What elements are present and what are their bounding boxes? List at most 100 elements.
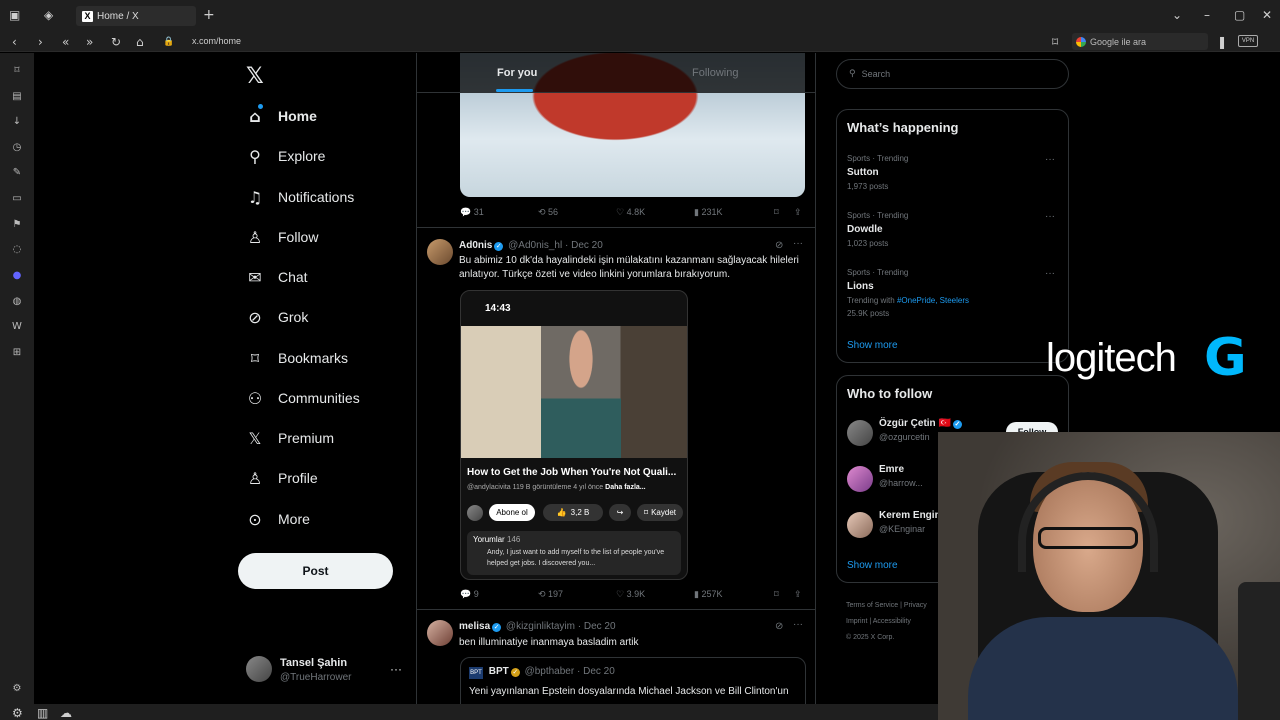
sidebar-item-notifications[interactable]: ♫ Notifications	[246, 185, 354, 209]
trend-item[interactable]: Sports · Trending Sutton 1,973 posts ···	[847, 154, 1059, 191]
tweet-date[interactable]: · Dec 20	[578, 621, 616, 632]
forward-icon[interactable]: ›	[38, 35, 43, 49]
add-panel-icon[interactable]: ⊞	[11, 347, 23, 359]
more-icon[interactable]: ···	[793, 238, 803, 249]
sidebar-item-more[interactable]: ⊙ More	[246, 507, 310, 531]
url-field[interactable]: x.com/home	[192, 36, 241, 46]
new-tab-icon[interactable]: +	[203, 8, 215, 22]
x-icon: 𝕏	[248, 428, 262, 448]
author-name[interactable]: melisa	[459, 621, 490, 632]
privacy-link[interactable]: Privacy	[904, 602, 927, 609]
avatar[interactable]	[427, 620, 453, 646]
tab-list-icon[interactable]: ⌄	[1172, 8, 1182, 22]
terms-link[interactable]: Terms of Service	[846, 602, 898, 609]
share-icon[interactable]: ⇪	[794, 207, 802, 218]
sidebar-item-communities[interactable]: ⚇ Communities	[246, 386, 360, 410]
chat-panel-icon[interactable]: ◌	[11, 244, 23, 256]
bookmark-icon[interactable]: ⌑	[774, 589, 779, 600]
suggestion-name-text: Özgür Çetin 🇹🇷	[879, 418, 951, 429]
reply-button[interactable]: 💬 9	[460, 589, 479, 600]
avatar[interactable]	[427, 239, 453, 265]
tab-for-you[interactable]: For you	[497, 67, 537, 79]
views-button[interactable]: ▮ 231K	[694, 207, 722, 218]
google-search-field[interactable]: Google ile ara	[1072, 33, 1208, 50]
more-icon[interactable]: ···	[390, 662, 402, 676]
bookmark-icon[interactable]: ⌑	[774, 207, 779, 218]
reload-icon[interactable]: ↻	[111, 35, 121, 49]
translate-icon[interactable]: ⚑	[11, 219, 23, 231]
trend-item[interactable]: Sports · Trending Lions Trending with #O…	[847, 268, 1059, 318]
like-button[interactable]: ♡ 4.8K	[616, 207, 645, 218]
tweet-date[interactable]: · Dec 20	[565, 240, 603, 251]
fast-forward-icon[interactable]: »	[86, 35, 93, 49]
show-more-link[interactable]: Show more	[847, 560, 898, 571]
embedded-video-card[interactable]: 14:43 How to Get the Job When You're Not…	[460, 290, 688, 580]
account-switcher[interactable]: Tansel Şahin @TrueHarrower ···	[246, 656, 406, 688]
search-input[interactable]: ⚲ Search	[836, 59, 1069, 89]
trend-tags[interactable]: #OnePride, Steelers	[897, 296, 969, 305]
settings-icon[interactable]: ⚙	[12, 706, 23, 720]
sidebar-item-explore[interactable]: ⚲ Explore	[246, 144, 325, 168]
more-icon[interactable]: ···	[1045, 211, 1055, 222]
cloud-sync-icon[interactable]: ☁	[60, 706, 72, 720]
notes-icon[interactable]: ✎	[11, 167, 23, 179]
minimize-icon[interactable]: –	[1204, 8, 1210, 22]
accessibility-link[interactable]: Accessibility	[873, 618, 911, 625]
sidebar-item-label: Premium	[278, 430, 335, 446]
share-icon[interactable]: ⇪	[794, 589, 802, 600]
trend-item[interactable]: Sports · Trending Dowdle 1,023 posts ···	[847, 211, 1059, 248]
downloads-icon[interactable]: ↓	[11, 116, 23, 128]
more-link: Daha fazla...	[605, 484, 646, 491]
vivaldi-menu-icon[interactable]: ▣	[9, 8, 20, 22]
tab-stack-icon[interactable]: ◈	[44, 8, 53, 22]
suggestion-handle: @KEnginar	[879, 524, 926, 534]
window-panel-icon[interactable]: ▭	[11, 193, 23, 205]
bookmarks-panel-icon[interactable]: ⌑	[11, 65, 23, 77]
sidebar-item-bookmarks[interactable]: ⌑ Bookmarks	[246, 346, 348, 370]
reading-list-icon[interactable]: ▤	[11, 91, 23, 103]
more-icon[interactable]: ···	[1045, 154, 1055, 165]
views-button[interactable]: ▮ 257K	[694, 589, 722, 600]
wikipedia-icon[interactable]: W	[11, 321, 23, 333]
mastodon-icon[interactable]: ●	[11, 270, 23, 282]
sidebar-item-premium[interactable]: 𝕏 Premium	[246, 426, 334, 450]
settings-icon[interactable]: ⚙	[11, 683, 23, 695]
author-name[interactable]: Ad0nis	[459, 240, 492, 251]
sidebar-item-grok[interactable]: ⊘ Grok	[246, 305, 308, 329]
maximize-icon[interactable]: ▢	[1234, 8, 1245, 22]
show-more-link[interactable]: Show more	[847, 340, 898, 351]
more-icon[interactable]: ···	[793, 619, 803, 630]
rewind-icon[interactable]: «	[62, 35, 69, 49]
x-logo[interactable]: 𝕏	[246, 64, 264, 89]
vpn-button[interactable]: VPN	[1238, 35, 1258, 47]
bookmark-page-icon[interactable]: ⌑	[1052, 35, 1058, 49]
tiling-icon[interactable]: ▥	[37, 706, 48, 720]
sidebar-item-profile[interactable]: ♙ Profile	[246, 466, 318, 490]
quoted-tweet[interactable]: BPT BPT ✓ @bpthaber · Dec 20 Yeni yayınla…	[460, 657, 806, 704]
repost-button[interactable]: ⟲ 197	[538, 589, 563, 600]
grok-icon[interactable]: ⊘	[775, 621, 783, 632]
history-icon[interactable]: ◷	[11, 142, 23, 154]
post-button[interactable]: Post	[238, 553, 393, 589]
video-meta: @andylacivita 119 B görüntüleme 4 yıl ön…	[467, 484, 646, 491]
sidebar-item-chat[interactable]: ✉ Chat	[246, 265, 307, 289]
author-handle[interactable]: @kizginliktayim	[506, 621, 575, 632]
back-icon[interactable]: ‹	[12, 35, 17, 49]
video-thumbnail[interactable]	[461, 326, 687, 458]
sidebar-item-follow[interactable]: ♙ Follow	[246, 225, 319, 249]
reply-button[interactable]: 💬 31	[460, 207, 484, 218]
more-icon[interactable]: ···	[1045, 268, 1055, 279]
save-label: Kaydet	[651, 508, 676, 517]
tab-home-x[interactable]: X Home / X	[76, 6, 196, 26]
repost-button[interactable]: ⟲ 56	[538, 207, 558, 218]
author-handle[interactable]: @Ad0nis_hl	[508, 240, 562, 251]
sidebar-item-home[interactable]: ⌂ Home	[246, 104, 317, 128]
web-panel-icon[interactable]: ◍	[11, 296, 23, 308]
home-icon[interactable]: ⌂	[136, 35, 144, 49]
like-button[interactable]: ♡ 3.9K	[616, 589, 645, 600]
imprint-link[interactable]: Imprint	[846, 618, 867, 625]
close-icon[interactable]: ✕	[1262, 8, 1272, 22]
extensions-icon[interactable]: ❚	[1217, 35, 1227, 49]
grok-icon[interactable]: ⊘	[775, 240, 783, 251]
tab-following[interactable]: Following	[692, 67, 738, 79]
